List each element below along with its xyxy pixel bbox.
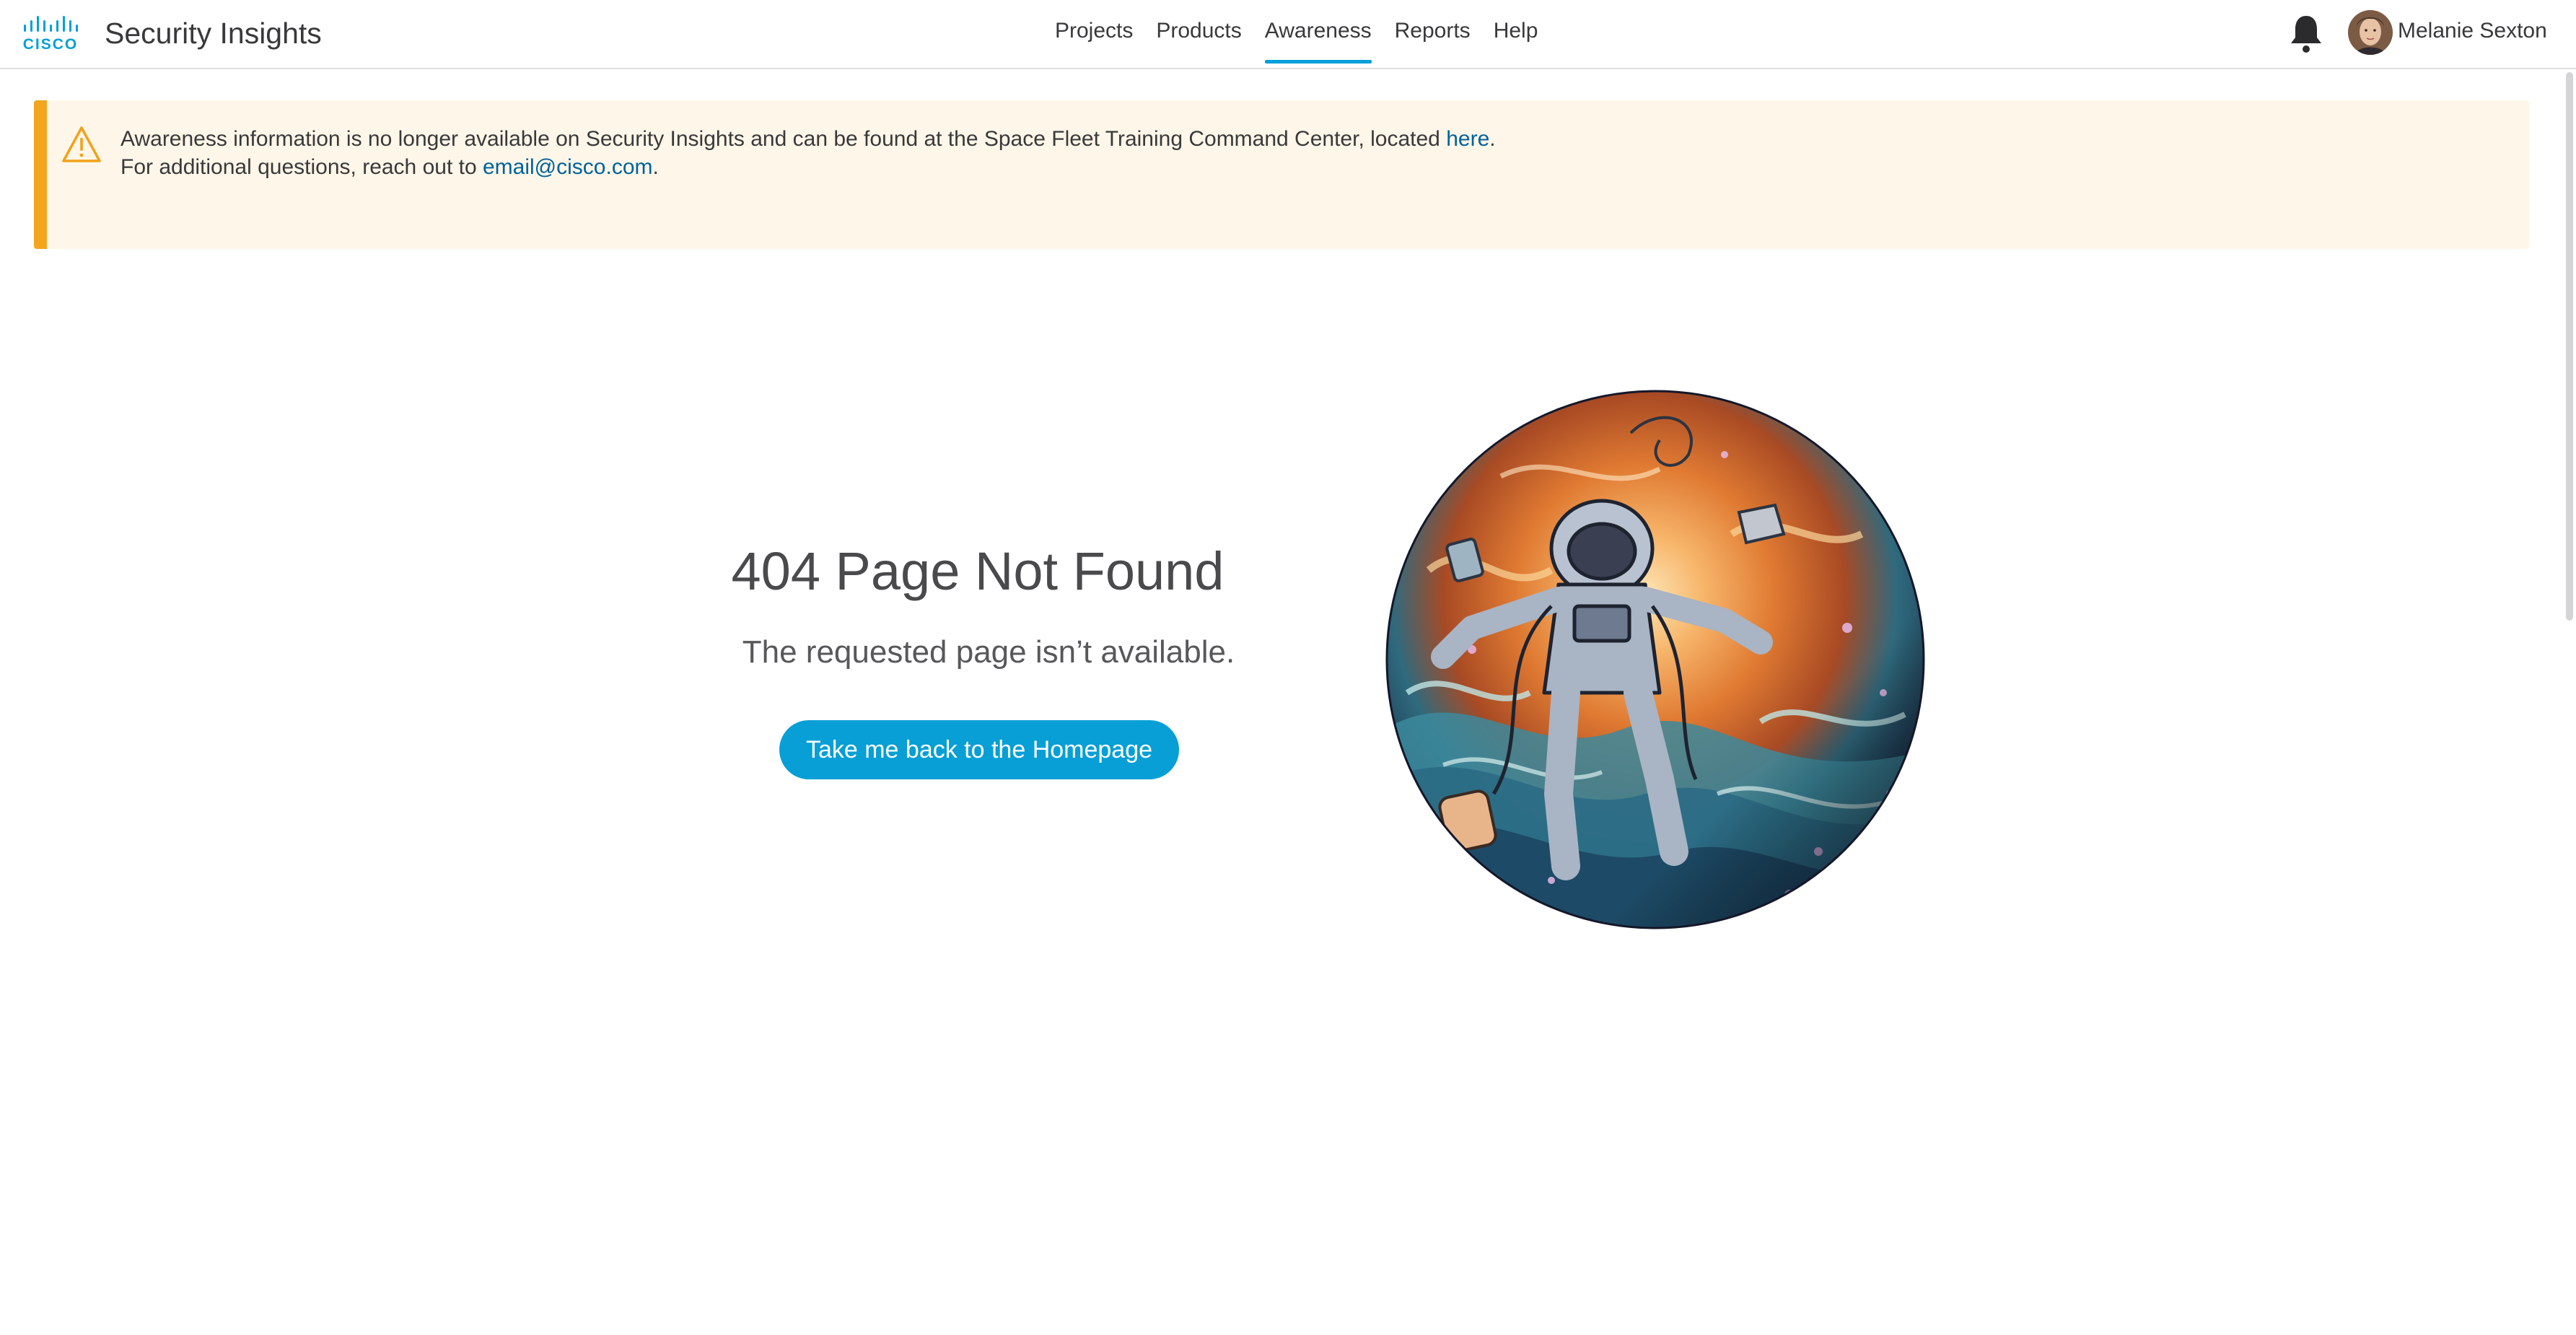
page-title: 404 Page Not Found (731, 541, 1225, 601)
top-header: CISCO Security Insights Projects Product… (0, 0, 2576, 69)
scrollbar-thumb[interactable] (2566, 72, 2573, 621)
nav-item-reports[interactable]: Reports (1383, 0, 1482, 69)
user-name[interactable]: Melanie Sexton (2398, 16, 2547, 46)
alert-line-2-text: For additional questions, reach out to (121, 155, 483, 179)
alert-line-2-suffix: . (652, 155, 659, 179)
nav-item-awareness[interactable]: Awareness (1253, 0, 1383, 69)
app-title[interactable]: Security Insights (105, 14, 322, 52)
nav-item-help[interactable]: Help (1482, 0, 1550, 69)
email-link[interactable]: email@cisco.com (483, 155, 653, 179)
astronaut-illustration (1385, 390, 1925, 929)
alert-line-1-text: Awareness information is no longer avail… (121, 127, 1447, 151)
cisco-logo-icon[interactable]: CISCO (22, 14, 84, 52)
alert-accent-bar (34, 100, 47, 249)
nav-item-products[interactable]: Products (1144, 0, 1253, 69)
user-photo-icon (2348, 10, 2393, 55)
nav-item-projects[interactable]: Projects (1043, 0, 1144, 69)
warning-alert: Awareness information is no longer avail… (34, 100, 2529, 249)
alert-message: Awareness information is no longer avail… (121, 125, 1496, 181)
homepage-button[interactable]: Take me back to the Homepage (779, 720, 1179, 779)
bell-icon[interactable] (2287, 13, 2325, 55)
logo-text: CISCO (23, 36, 79, 52)
alert-line-1-suffix: . (1489, 127, 1496, 151)
page-subtitle: The requested page isn’t available. (742, 634, 1235, 670)
alert-line-1: Awareness information is no longer avail… (121, 125, 1496, 153)
alert-line-2: For additional questions, reach out to e… (121, 153, 1496, 181)
avatar[interactable] (2348, 10, 2393, 55)
warning-triangle-icon (62, 126, 101, 162)
here-link[interactable]: here (1446, 127, 1489, 151)
main-nav: Projects Products Awareness Reports Help (1043, 0, 1549, 69)
